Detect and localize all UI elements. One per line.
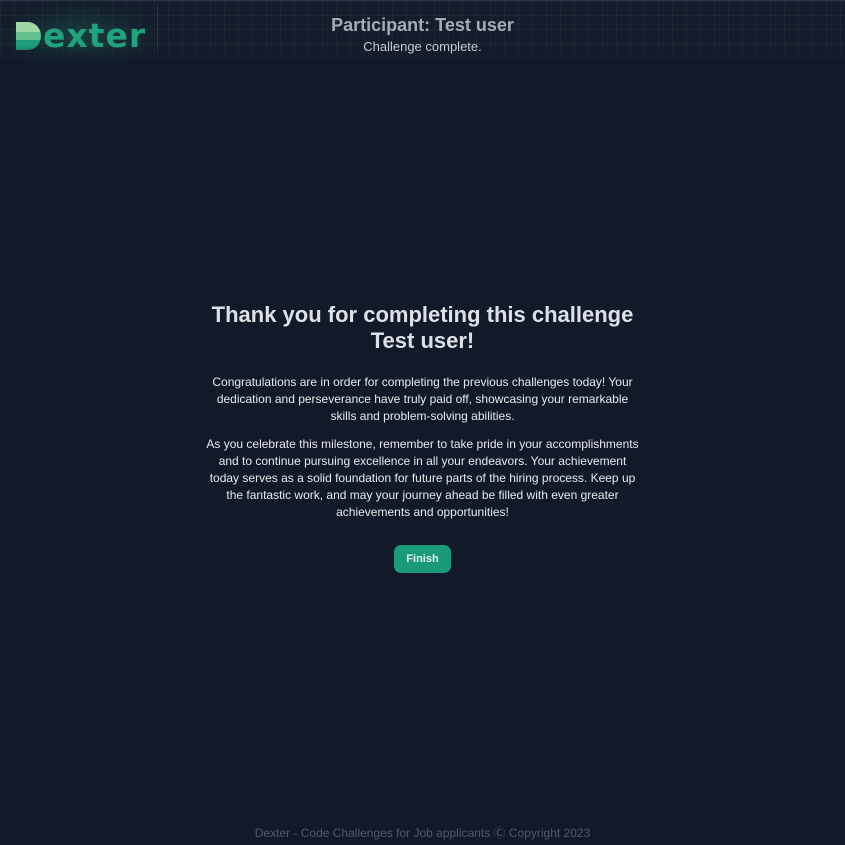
- heading-line-2: Test user!: [370, 328, 475, 353]
- participant-title: Participant: Test user: [331, 15, 514, 35]
- completion-panel: Thank you for completing this challenge …: [0, 302, 845, 573]
- thank-you-heading: Thank you for completing this challenge …: [203, 302, 643, 354]
- congratulations-paragraph: Congratulations are in order for complet…: [212, 375, 633, 423]
- page: exter Participant: Test user Challenge c…: [0, 0, 845, 845]
- heading-line-1: Thank you for completing this challenge: [211, 302, 634, 327]
- footer-copyright: Dexter - Code Challenges for Job applica…: [254, 826, 591, 840]
- finish-button[interactable]: Finish: [394, 545, 451, 573]
- top-header: exter Participant: Test user Challenge c…: [0, 0, 845, 67]
- challenge-status: Challenge complete.: [363, 39, 482, 54]
- milestone-paragraph: As you celebrate this milestone, remembe…: [206, 437, 639, 519]
